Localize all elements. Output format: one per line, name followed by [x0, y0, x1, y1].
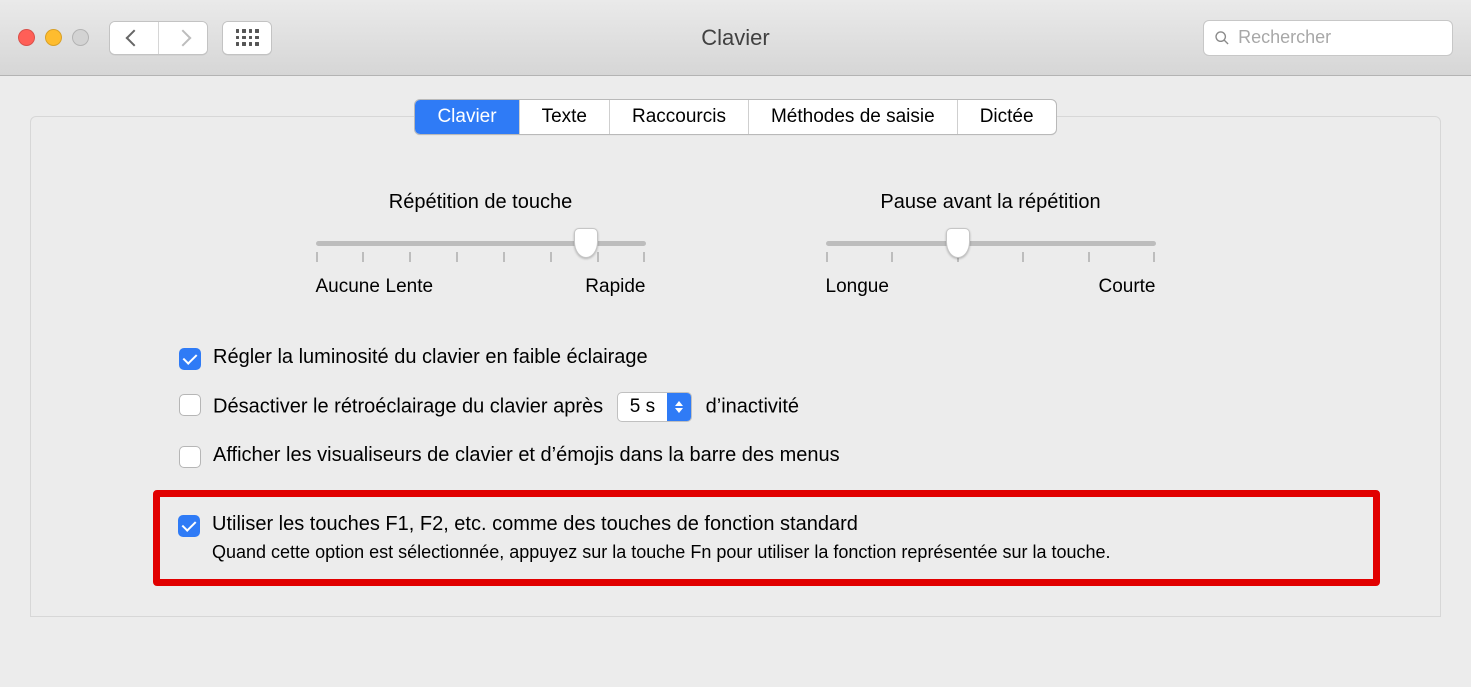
- search-input[interactable]: [1238, 27, 1442, 48]
- key-repeat-label: Répétition de touche: [316, 191, 646, 214]
- close-window-button[interactable]: [18, 29, 35, 46]
- toolbar: Clavier: [0, 0, 1471, 76]
- slider-label-right: Courte: [1098, 276, 1155, 298]
- preferences-panel: Clavier Texte Raccourcis Méthodes de sai…: [30, 116, 1441, 617]
- search-icon: [1214, 29, 1230, 47]
- key-repeat-slider[interactable]: [316, 238, 646, 258]
- option-viewers[interactable]: Afficher les visualiseurs de clavier et …: [179, 444, 1440, 468]
- zoom-window-button: [72, 29, 89, 46]
- tab-dictee[interactable]: Dictée: [958, 100, 1056, 134]
- option-label: Régler la luminosité du clavier en faibl…: [213, 346, 648, 369]
- window-controls: [18, 29, 89, 46]
- show-all-button[interactable]: [222, 21, 272, 55]
- search-field[interactable]: [1203, 20, 1453, 56]
- tab-texte[interactable]: Texte: [520, 100, 610, 134]
- option-label: Utiliser les touches F1, F2, etc. comme …: [212, 513, 1111, 536]
- option-label: Désactiver le rétroéclairage du clavier …: [213, 392, 799, 422]
- slider-label-left: Aucune: [316, 276, 380, 298]
- option-brightness[interactable]: Régler la luminosité du clavier en faibl…: [179, 346, 1440, 370]
- tab-methodes[interactable]: Méthodes de saisie: [749, 100, 958, 134]
- highlight-box: Utiliser les touches F1, F2, etc. comme …: [153, 490, 1380, 586]
- key-repeat-slider-block: Répétition de touche Aucune Lente Rapide: [316, 191, 646, 298]
- checkbox-fn-keys[interactable]: [178, 515, 200, 537]
- slider-label-mid: Lente: [386, 276, 434, 298]
- back-button[interactable]: [110, 22, 158, 54]
- option-backlight-off[interactable]: Désactiver le rétroéclairage du clavier …: [179, 392, 1440, 422]
- slider-label-left: Longue: [826, 276, 889, 298]
- slider-label-right: Rapide: [585, 276, 645, 298]
- minimize-window-button[interactable]: [45, 29, 62, 46]
- option-label: Afficher les visualiseurs de clavier et …: [213, 444, 840, 467]
- select-value: 5 s: [618, 393, 667, 421]
- nav-back-forward: [109, 21, 208, 55]
- checkbox-brightness[interactable]: [179, 348, 201, 370]
- delay-slider[interactable]: [826, 238, 1156, 258]
- stepper-arrows-icon: [667, 393, 691, 421]
- option-fn-keys[interactable]: Utiliser les touches F1, F2, etc. comme …: [178, 513, 1355, 563]
- tab-bar: Clavier Texte Raccourcis Méthodes de sai…: [414, 99, 1056, 135]
- option-subtext: Quand cette option est sélectionnée, app…: [212, 542, 1111, 563]
- delay-slider-block: Pause avant la répétition Longue Courte: [826, 191, 1156, 298]
- delay-label: Pause avant la répétition: [826, 191, 1156, 214]
- tab-clavier[interactable]: Clavier: [415, 100, 519, 134]
- checkbox-viewers[interactable]: [179, 446, 201, 468]
- tab-raccourcis[interactable]: Raccourcis: [610, 100, 749, 134]
- grid-icon: [236, 29, 259, 46]
- backlight-delay-select[interactable]: 5 s: [617, 392, 692, 422]
- checkbox-backlight-off[interactable]: [179, 394, 201, 416]
- forward-button[interactable]: [159, 22, 207, 54]
